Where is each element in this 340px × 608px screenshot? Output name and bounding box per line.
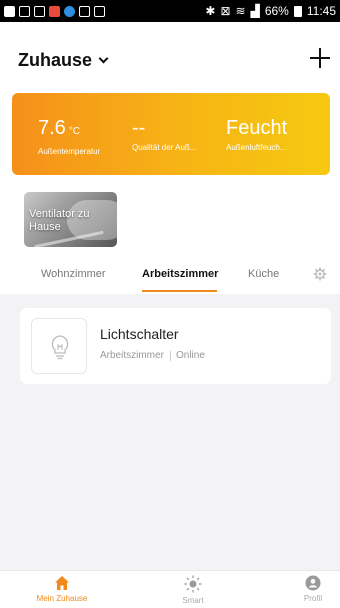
device-room: Arbeitszimmer: [100, 350, 164, 361]
home-selector[interactable]: Zuhause: [18, 50, 109, 71]
tab-arbeitszimmer[interactable]: Arbeitszimmer: [142, 268, 218, 280]
air-quality-block: -- Qualität der Auß...: [132, 117, 196, 152]
chat-icon: [34, 5, 45, 17]
app-icon: [19, 5, 30, 17]
home-name: Zuhause: [18, 50, 93, 70]
nav-mein-zuhause[interactable]: Mein Zuhause: [27, 575, 97, 603]
temperature-unit: °C: [68, 126, 81, 137]
room-tabs: Wohnzimmer Arbeitszimmer Küche: [0, 262, 340, 294]
home-icon: [55, 576, 69, 590]
temperature-label: Außentemperatur: [38, 147, 101, 156]
air-quality-value: --: [132, 117, 146, 139]
status-bar: ✱ ⊠ ≋ ▟ 66% 11:45: [0, 0, 340, 22]
device-card[interactable]: Lichtschalter Arbeitszimmer Online: [20, 308, 331, 384]
humidity-block: Feucht Außenluftfeuch...: [226, 117, 287, 152]
battery-percent: 66%: [264, 4, 289, 18]
signal-icon: ▟: [250, 4, 260, 18]
nav-label: Profil: [303, 594, 323, 603]
lightbulb-icon: [51, 335, 69, 360]
device-name: Lichtschalter: [100, 326, 179, 342]
temperature-value: 7.6: [38, 117, 66, 139]
device-status: Online: [176, 350, 205, 361]
active-tab-indicator: [142, 290, 217, 292]
nav-smart[interactable]: Smart: [158, 575, 228, 605]
message-icon: [4, 5, 15, 17]
notification-icons: [4, 5, 105, 17]
battery-icon: [293, 5, 302, 17]
profile-icon: [305, 575, 321, 591]
bottom-navigation: Mein Zuhause Smart Profil: [0, 570, 340, 608]
clock: 11:45: [306, 4, 336, 18]
humidity-label: Außenluftfeuch...: [226, 143, 287, 152]
wifi-icon: ≋: [235, 4, 246, 18]
weather-card[interactable]: 7.6 °C Außentemperatur -- Qualität der Au…: [12, 93, 330, 175]
mute-icon: ⊠: [220, 4, 231, 18]
bluetooth-icon: ✱: [205, 4, 216, 18]
nav-label: Mein Zuhause: [36, 594, 88, 603]
scene-card[interactable]: Ventilator zu Hause: [24, 192, 117, 247]
gear-icon[interactable]: [313, 267, 327, 281]
flipboard-icon: [49, 5, 60, 17]
divider: [170, 351, 171, 361]
device-icon-box: [31, 318, 87, 374]
air-quality-label: Qualität der Auß...: [132, 143, 197, 152]
image-icon: [94, 5, 105, 17]
mail-icon: [79, 5, 90, 17]
add-device-button[interactable]: [307, 45, 333, 71]
tab-wohnzimmer[interactable]: Wohnzimmer: [41, 268, 106, 280]
browser-icon: [64, 5, 75, 17]
tab-kueche[interactable]: Küche: [248, 268, 279, 280]
chevron-down-icon: [98, 53, 109, 64]
scene-label: Ventilator zu Hause: [29, 208, 90, 233]
temperature-block: 7.6 °C Außentemperatur: [38, 117, 100, 156]
nav-label: Smart: [182, 596, 204, 605]
humidity-value: Feucht: [226, 117, 288, 139]
sun-icon: [184, 575, 202, 593]
nav-profil[interactable]: Profil: [278, 575, 340, 603]
